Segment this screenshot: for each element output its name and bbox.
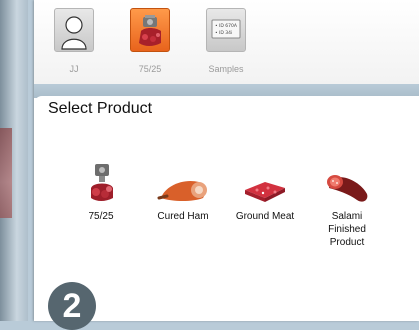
samples-screen-line-1: • ID 670A (215, 23, 238, 29)
ham-icon (153, 160, 213, 208)
product-salami[interactable]: Salami Finished Product (306, 160, 388, 249)
tab-samples[interactable]: • ID 670A • ID 34i Samples (198, 8, 254, 74)
salami-icon (317, 160, 377, 208)
tab-user[interactable]: JJ (46, 8, 102, 74)
user-icon (54, 8, 94, 52)
top-tab-bar: JJ 75/25 • ID 670A • ID 34i Samples (34, 0, 419, 92)
product-75-25[interactable]: 75/25 (60, 160, 142, 223)
samples-screen-line-2: • ID 34i (215, 30, 232, 36)
select-product-panel: Select Product 75/25 Cured Ham Ground Me… (34, 96, 419, 330)
background-left-accent (0, 128, 12, 218)
meat-grinder-icon (71, 160, 131, 208)
product-label: Cured Ham (157, 211, 209, 222)
step-number-badge: 2 (48, 282, 96, 330)
product-label: 75/25 (88, 211, 114, 222)
app-window: JJ 75/25 • ID 670A • ID 34i Samples Sele… (34, 0, 419, 330)
product-label: Salami Finished Product (328, 211, 366, 248)
product-cured-ham[interactable]: Cured Ham (142, 160, 224, 223)
tab-user-label: JJ (69, 64, 79, 74)
product-ground-meat[interactable]: Ground Meat (224, 160, 306, 223)
product-label: Ground Meat (235, 211, 295, 222)
tab-grinder-label: 75/25 (138, 64, 162, 74)
samples-icon: • ID 670A • ID 34i (206, 8, 246, 52)
ground-meat-icon (235, 160, 295, 208)
tab-samples-label: Samples (208, 64, 244, 74)
grinder-icon (130, 8, 170, 52)
page-title: Select Product (48, 100, 153, 117)
tab-grinder[interactable]: 75/25 (122, 8, 178, 74)
